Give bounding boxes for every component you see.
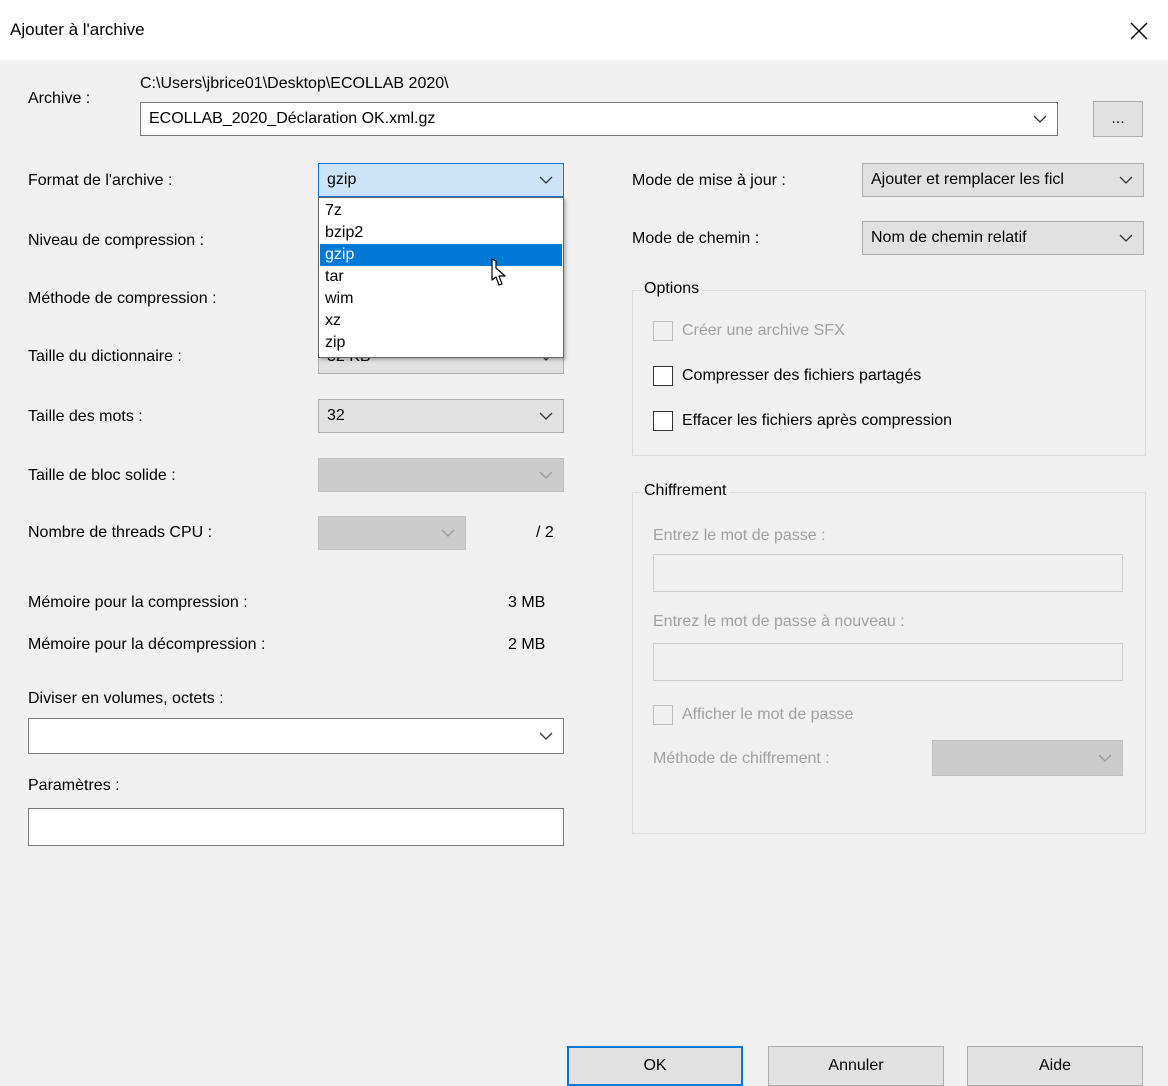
- solid-block-label: Taille de bloc solide :: [28, 467, 176, 484]
- word-size-value: 32: [327, 407, 345, 424]
- window-title: Ajouter à l'archive: [10, 20, 145, 39]
- password-again-label: Entrez le mot de passe à nouveau :: [653, 613, 905, 630]
- word-size-label: Taille des mots :: [28, 408, 143, 425]
- options-group-title: Options: [641, 280, 703, 298]
- compression-level-label: Niveau de compression :: [28, 232, 205, 249]
- encryption-group-title: Chiffrement: [641, 482, 730, 500]
- split-volumes-label: Diviser en volumes, octets :: [28, 690, 224, 707]
- create-sfx-checkbox[interactable]: [653, 321, 673, 341]
- browse-button-label: ...: [1111, 110, 1125, 127]
- format-option-xz[interactable]: xz: [320, 310, 562, 332]
- memory-compression-value: 3 MB: [508, 594, 546, 611]
- compress-shared-label: Compresser des fichiers partagés: [682, 367, 922, 384]
- cancel-button[interactable]: Annuler: [768, 1046, 944, 1086]
- format-combo[interactable]: gzip: [318, 163, 564, 197]
- chevron-down-icon: [539, 176, 553, 184]
- show-password-label: Afficher le mot de passe: [682, 706, 854, 723]
- chevron-down-icon: [539, 412, 553, 420]
- format-option-gzip[interactable]: gzip: [320, 244, 562, 266]
- archive-name-combo[interactable]: ECOLLAB_2020_Déclaration OK.xml.gz: [140, 102, 1058, 136]
- password-label: Entrez le mot de passe :: [653, 527, 826, 544]
- update-mode-combo[interactable]: Ajouter et remplacer les ficl: [862, 163, 1144, 197]
- close-icon: [1130, 22, 1148, 40]
- help-button[interactable]: Aide: [967, 1046, 1143, 1086]
- update-mode-value: Ajouter et remplacer les ficl: [871, 171, 1064, 188]
- browse-button[interactable]: ...: [1093, 101, 1143, 137]
- memory-compression-label: Mémoire pour la compression :: [28, 594, 248, 611]
- parameters-label: Paramètres :: [28, 777, 120, 794]
- chevron-down-icon: [1119, 176, 1133, 184]
- encryption-method-combo[interactable]: [932, 740, 1123, 776]
- cpu-threads-total: / 2: [536, 524, 554, 541]
- archive-label: Archive :: [28, 90, 91, 107]
- update-mode-label: Mode de mise à jour :: [632, 172, 786, 189]
- title-bar: Ajouter à l'archive: [0, 0, 1168, 60]
- password-input[interactable]: [653, 554, 1123, 592]
- archive-name-value: ECOLLAB_2020_Déclaration OK.xml.gz: [149, 110, 436, 127]
- compression-method-label: Méthode de compression :: [28, 290, 217, 307]
- memory-decompression-label: Mémoire pour la décompression :: [28, 636, 266, 653]
- chevron-down-icon: [1098, 754, 1112, 762]
- mouse-cursor-icon: [491, 258, 506, 286]
- format-option-tar[interactable]: tar: [320, 266, 562, 288]
- create-sfx-label: Créer une archive SFX: [682, 322, 845, 339]
- format-option-wim[interactable]: wim: [320, 288, 562, 310]
- chevron-down-icon: [539, 471, 553, 479]
- format-dropdown-list: 7z bzip2 gzip tar wim xz zip: [318, 197, 564, 358]
- path-mode-combo[interactable]: Nom de chemin relatif: [862, 221, 1144, 255]
- show-password-checkbox[interactable]: [653, 705, 673, 725]
- format-label: Format de l'archive :: [28, 172, 173, 189]
- delete-after-label: Effacer les fichiers après compression: [682, 412, 953, 429]
- dictionary-size-label: Taille du dictionnaire :: [28, 348, 182, 365]
- password-again-input[interactable]: [653, 643, 1123, 681]
- ok-button-label: OK: [643, 1057, 667, 1074]
- chevron-down-icon: [1033, 115, 1047, 123]
- ok-button[interactable]: OK: [567, 1046, 743, 1086]
- word-size-combo[interactable]: 32: [318, 399, 564, 433]
- compress-shared-checkbox[interactable]: [653, 366, 673, 386]
- chevron-down-icon: [539, 732, 553, 740]
- delete-after-checkbox[interactable]: [653, 411, 673, 431]
- close-button[interactable]: [1122, 14, 1156, 48]
- format-option-bzip2[interactable]: bzip2: [320, 222, 562, 244]
- chevron-down-icon: [441, 529, 455, 537]
- archive-path: C:\Users\jbrice01\Desktop\ECOLLAB 2020\: [140, 75, 449, 92]
- split-volumes-combo[interactable]: [28, 718, 564, 754]
- encryption-method-label: Méthode de chiffrement :: [653, 750, 830, 767]
- format-option-zip[interactable]: zip: [320, 332, 562, 354]
- path-mode-value: Nom de chemin relatif: [871, 229, 1027, 246]
- cancel-button-label: Annuler: [828, 1057, 884, 1074]
- cpu-threads-label: Nombre de threads CPU :: [28, 524, 213, 541]
- solid-block-combo[interactable]: [318, 458, 564, 492]
- path-mode-label: Mode de chemin :: [632, 230, 760, 247]
- memory-decompression-value: 2 MB: [508, 636, 546, 653]
- chevron-down-icon: [1119, 234, 1133, 242]
- cpu-threads-combo[interactable]: [318, 516, 466, 550]
- parameters-input[interactable]: [28, 808, 564, 846]
- format-value: gzip: [327, 171, 357, 188]
- format-option-7z[interactable]: 7z: [320, 200, 562, 222]
- help-button-label: Aide: [1038, 1057, 1072, 1074]
